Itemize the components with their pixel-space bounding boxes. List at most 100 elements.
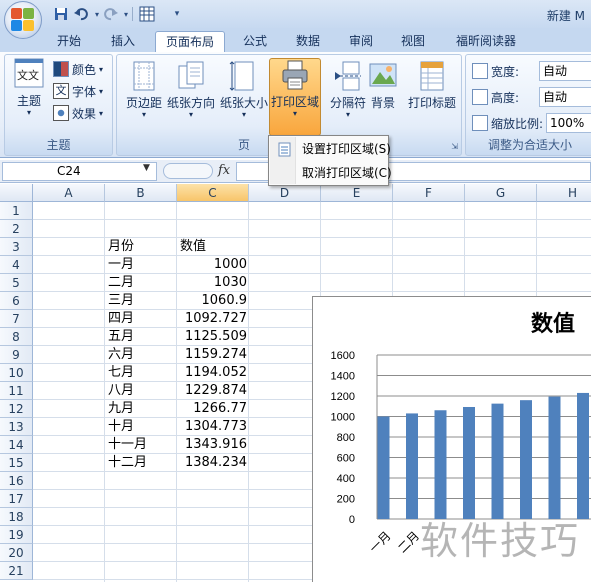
themes-button[interactable]: 文文 主题 ▾ [7, 58, 51, 128]
row-header-7[interactable]: 7 [0, 310, 33, 328]
header-cell-month[interactable]: 月份 [108, 238, 134, 256]
background-button[interactable]: 背景 [361, 60, 405, 130]
column-header-g[interactable]: G [465, 184, 537, 202]
colors-button[interactable]: 颜色 ▾ [53, 59, 103, 79]
orientation-icon [176, 60, 206, 92]
tab-view[interactable]: 视图 [390, 31, 436, 52]
chevron-down-icon: ▾ [292, 109, 297, 118]
row-header-2[interactable]: 2 [0, 220, 33, 238]
fonts-icon: 文 [53, 83, 69, 99]
chevron-down-icon: ▾ [99, 64, 104, 74]
print-area-button[interactable]: 打印区域 ▾ [269, 58, 321, 136]
value-cell[interactable]: 1266.77 [177, 400, 247, 418]
row-header-8[interactable]: 8 [0, 328, 33, 346]
column-header-e[interactable]: E [321, 184, 393, 202]
fonts-button[interactable]: 文 字体 ▾ [53, 81, 103, 101]
tab-foxit-reader[interactable]: 福昕阅读器 [446, 31, 526, 52]
column-header-a[interactable]: A [33, 184, 105, 202]
row-header-6[interactable]: 6 [0, 292, 33, 310]
month-cell[interactable]: 四月 [108, 310, 134, 328]
scale-field[interactable]: 100% [546, 113, 591, 133]
formula-bar-toggle[interactable] [163, 163, 213, 179]
row-header-12[interactable]: 12 [0, 400, 33, 418]
tab-page-layout[interactable]: 页面布局 [155, 31, 225, 52]
customize-quick-access-icon[interactable]: ▾ [168, 5, 186, 23]
column-header-f[interactable]: F [393, 184, 465, 202]
row-header-17[interactable]: 17 [0, 490, 33, 508]
tab-home[interactable]: 开始 [45, 31, 93, 52]
value-cell[interactable]: 1343.916 [177, 436, 247, 454]
effects-button[interactable]: 效果 ▾ [53, 103, 103, 123]
height-field[interactable]: 自动 [539, 87, 591, 107]
row-header-10[interactable]: 10 [0, 364, 33, 382]
name-box[interactable]: C24 [2, 162, 157, 181]
column-header-c[interactable]: C [177, 184, 249, 202]
printer-icon [280, 59, 310, 91]
excel-window: ▾ ▾ ▾ 新建 M 开始 插入 页面布局 公式 数据 审阅 视图 福昕阅读器 [0, 0, 591, 582]
row-header-11[interactable]: 11 [0, 382, 33, 400]
row-header-1[interactable]: 1 [0, 202, 33, 220]
print-titles-button[interactable]: 打印标题 [405, 60, 459, 130]
row-header-16[interactable]: 16 [0, 472, 33, 490]
month-cell[interactable]: 二月 [108, 274, 134, 292]
month-cell[interactable]: 三月 [108, 292, 134, 310]
value-cell[interactable]: 1092.727 [177, 310, 247, 328]
header-cell-value[interactable]: 数值 [180, 238, 206, 256]
month-cell[interactable]: 一月 [108, 256, 134, 274]
month-cell[interactable]: 八月 [108, 382, 134, 400]
row-header-4[interactable]: 4 [0, 256, 33, 274]
row-header-18[interactable]: 18 [0, 508, 33, 526]
value-cell[interactable]: 1194.052 [177, 364, 247, 382]
value-cell[interactable]: 1229.874 [177, 382, 247, 400]
value-cell[interactable]: 1384.234 [177, 454, 247, 472]
month-cell[interactable]: 七月 [108, 364, 134, 382]
row-header-15[interactable]: 15 [0, 454, 33, 472]
tab-review[interactable]: 审阅 [338, 31, 384, 52]
row-header-14[interactable]: 14 [0, 436, 33, 454]
clear-print-area-item[interactable]: 取消打印区域(C) [270, 162, 392, 185]
chart-bar [491, 403, 504, 519]
value-cell[interactable]: 1060.9 [177, 292, 248, 310]
row-header-13[interactable]: 13 [0, 418, 33, 436]
dialog-launcher-icon[interactable]: ⇲ [451, 142, 458, 151]
tab-formulas[interactable]: 公式 [232, 31, 278, 52]
y-tick-label: 1400 [331, 371, 355, 383]
value-cell[interactable]: 1159.274 [177, 346, 247, 364]
value-cell[interactable]: 1030 [177, 274, 247, 292]
orientation-button[interactable]: 纸张方向 ▾ [165, 60, 217, 130]
chevron-down-icon[interactable]: ▼ [143, 163, 150, 173]
row-header-20[interactable]: 20 [0, 544, 33, 562]
month-cell[interactable]: 五月 [108, 328, 134, 346]
table-icon[interactable] [138, 5, 156, 23]
row-header-3[interactable]: 3 [0, 238, 33, 256]
month-cell[interactable]: 十月 [108, 418, 134, 436]
select-all-corner[interactable] [0, 184, 33, 202]
size-button[interactable]: 纸张大小 ▾ [219, 60, 269, 130]
month-cell[interactable]: 九月 [108, 400, 134, 418]
column-header-h[interactable]: H [537, 184, 591, 202]
row-header-9[interactable]: 9 [0, 346, 33, 364]
value-cell[interactable]: 1125.509 [177, 328, 247, 346]
month-cell[interactable]: 十二月 [108, 454, 147, 472]
office-button[interactable] [4, 1, 42, 39]
height-icon [472, 89, 488, 105]
set-print-area-item[interactable]: 设置打印区域(S) [270, 138, 391, 161]
insert-function-icon[interactable]: fx [218, 163, 230, 178]
month-cell[interactable]: 六月 [108, 346, 134, 364]
tab-insert[interactable]: 插入 [100, 31, 146, 52]
margins-button[interactable]: 页边距 ▾ [119, 60, 169, 130]
scale-to-fit-group: 宽度: 自动 高度: 自动 缩放比例: 100% 调整为合适大小 [465, 54, 591, 156]
row-header-5[interactable]: 5 [0, 274, 33, 292]
value-cell[interactable]: 1304.773 [177, 418, 247, 436]
chevron-down-icon: ▾ [188, 110, 193, 119]
row-header-21[interactable]: 21 [0, 562, 33, 580]
themes-label: 主题 [16, 94, 41, 108]
value-cell[interactable]: 1000 [177, 256, 247, 274]
row-header-19[interactable]: 19 [0, 526, 33, 544]
column-header-d[interactable]: D [249, 184, 321, 202]
width-field[interactable]: 自动 [539, 61, 591, 81]
column-header-b[interactable]: B [105, 184, 177, 202]
tab-data[interactable]: 数据 [285, 31, 331, 52]
save-icon[interactable] [52, 5, 70, 23]
month-cell[interactable]: 十一月 [108, 436, 147, 454]
